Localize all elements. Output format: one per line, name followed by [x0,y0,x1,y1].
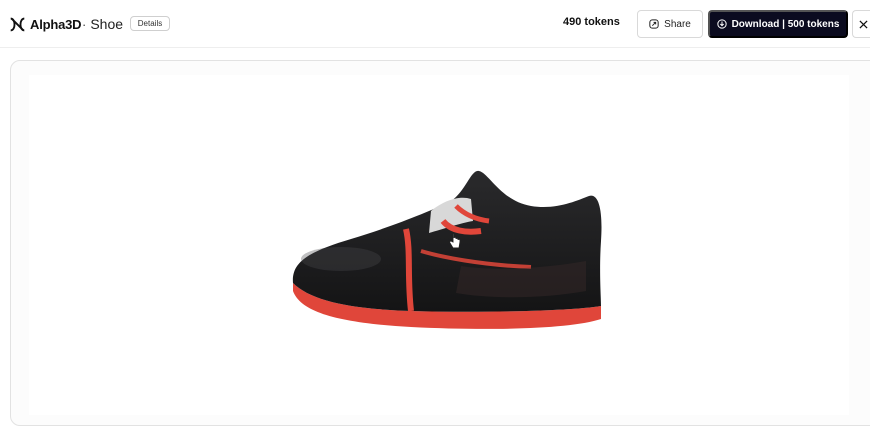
download-label: Download | 500 tokens [731,18,840,30]
top-bar: Alpha3D · Shoe Details 490 tokens Share … [0,0,870,48]
alpha3d-logo-icon [10,17,25,31]
token-balance: 490 tokens [563,16,620,28]
model-viewer[interactable] [10,60,870,426]
share-button[interactable]: Share [637,10,703,38]
close-icon [859,19,868,29]
share-icon [649,19,659,29]
brand[interactable]: Alpha3D [9,13,82,35]
breadcrumb: · Shoe [82,14,123,34]
download-icon [716,19,727,29]
share-label: Share [664,18,691,30]
hand-cursor-icon [449,233,461,249]
model-title: Shoe [90,16,124,32]
close-button[interactable] [852,10,870,38]
details-button[interactable]: Details [130,16,170,31]
breadcrumb-separator: · [82,16,87,32]
brand-name: Alpha3D [30,16,82,32]
download-button[interactable]: Download | 500 tokens [708,10,848,38]
shoe-3d-model[interactable] [11,61,870,426]
